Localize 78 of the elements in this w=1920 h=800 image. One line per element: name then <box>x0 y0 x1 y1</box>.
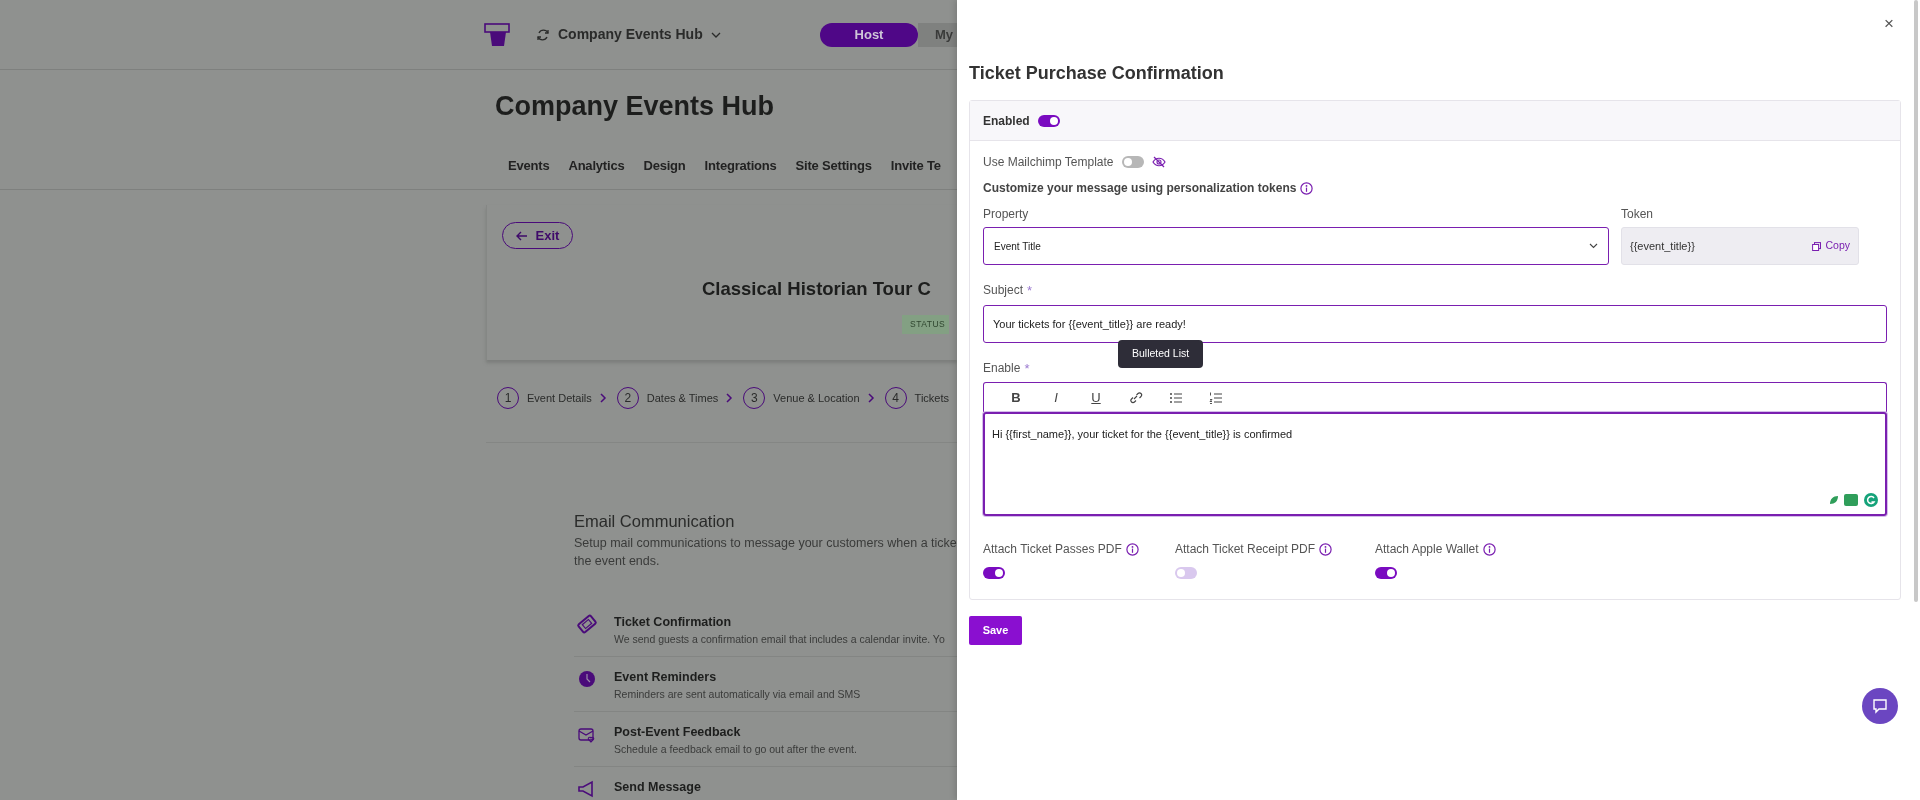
toggle-label: Enabled <box>983 112 1030 130</box>
property-select[interactable]: Event Title <box>983 227 1609 265</box>
page-title: Company Events Hub <box>494 90 776 123</box>
chevron-right-icon <box>867 393 875 403</box>
chevron-right-icon <box>599 393 607 403</box>
step-label[interactable]: Tickets <box>914 389 950 407</box>
section-description: Setup mail communications to message your customers when a ticke <box>574 534 957 552</box>
hint-text: Customize your message using personalization tokens <box>983 180 1297 197</box>
required-mark: * <box>1024 359 1030 378</box>
message-text: Hi {{first_name}}, your ticket for the {{event_title}} is confirmed <box>992 428 1293 440</box>
token-field[interactable]: {{event_title}} Copy <box>1621 227 1859 265</box>
mode-tab[interactable]: My <box>918 22 957 47</box>
step-label[interactable]: Event Details <box>527 389 592 407</box>
token-text: {{event_title}} <box>1630 238 1695 254</box>
underline-button[interactable]: U <box>1076 383 1116 412</box>
ticket-icon <box>576 612 598 635</box>
item-title[interactable]: Post-Event Feedback <box>614 722 857 742</box>
step-label[interactable]: Dates & Times <box>646 389 719 407</box>
toggle-switch[interactable] <box>983 567 1005 579</box>
extension-icon <box>1843 493 1859 507</box>
save-button[interactable]: Save <box>969 616 1022 645</box>
nav-tab[interactable]: Invite Te <box>890 155 941 176</box>
chevron-down-icon <box>710 30 721 39</box>
item-description: Reminders are sent automatically via email and SMS <box>614 686 861 702</box>
event-title: Classical Historian Tour C <box>702 277 932 301</box>
scrollbar[interactable] <box>1914 0 1918 602</box>
toggle-label: Attach Apple Wallet <box>1375 541 1479 558</box>
status-badge: STATUS <box>902 314 950 334</box>
nav-tab[interactable]: Events <box>508 155 550 176</box>
chat-icon <box>1872 698 1888 714</box>
item-description: We send guests a confirmation email that includes a calendar invite. Yo <box>614 631 945 647</box>
copy-button[interactable]: Copy <box>1812 238 1850 254</box>
sync-icon <box>536 27 550 42</box>
italic-button[interactable]: I <box>1036 383 1076 412</box>
nav-tab[interactable]: Site Settings <box>795 155 872 176</box>
item-title[interactable]: Ticket Confirmation <box>614 612 945 632</box>
section-description: the event ends. <box>574 552 661 570</box>
field-label: Subject <box>983 282 1024 299</box>
arrow-left-icon <box>515 230 528 241</box>
item-title[interactable]: Send Message <box>614 777 701 797</box>
close-button[interactable]: × <box>1882 14 1896 34</box>
toggle-switch[interactable] <box>1121 156 1144 168</box>
info-icon <box>1482 542 1496 556</box>
copy-icon <box>1812 241 1822 251</box>
toggle-switch[interactable] <box>1037 114 1060 127</box>
ticket-logo-icon <box>484 21 512 48</box>
nav-tab[interactable]: Analytics <box>568 155 625 176</box>
info-icon <box>1319 542 1333 556</box>
toggle-label: Attach Ticket Passes PDF <box>983 541 1122 558</box>
toggle-label: Attach Ticket Receipt PDF <box>1175 541 1316 558</box>
tooltip: Bulleted List <box>1118 340 1204 368</box>
item-title[interactable]: Event Reminders <box>614 667 861 687</box>
eye-slash-icon <box>1151 156 1166 168</box>
toggle-switch[interactable] <box>1375 567 1397 579</box>
step-label[interactable]: Venue & Location <box>773 389 860 407</box>
chevron-right-icon <box>726 393 734 403</box>
chevron-down-icon <box>1589 243 1598 249</box>
field-label: Enable <box>983 359 1021 377</box>
mode-tab[interactable]: Host <box>820 22 918 47</box>
drawer-title: Ticket Purchase Confirmation <box>969 63 1224 84</box>
section-title: Email Communication <box>574 511 736 532</box>
toggle-label: Use Mailchimp Template <box>983 154 1114 171</box>
info-icon <box>1125 542 1139 556</box>
subject-field[interactable]: Your tickets for {{event_title}} are ready! <box>983 304 1887 343</box>
field-label: Token <box>1621 206 1655 223</box>
toggle-switch[interactable] <box>1175 567 1197 579</box>
required-mark: * <box>1027 282 1033 300</box>
item-description: Schedule a feedback email to go out after the event. <box>614 741 857 757</box>
message-editor[interactable]: Hi {{first_name}}, your ticket for the {{event_title}} is confirmed <box>983 412 1887 516</box>
leaf-icon <box>1829 495 1839 505</box>
field-label: Property <box>983 206 1030 223</box>
info-icon <box>1300 181 1314 195</box>
workspace-name[interactable]: Company Events Hub <box>558 24 703 45</box>
nav-tab[interactable]: Design <box>643 155 686 176</box>
bold-button[interactable]: B <box>996 383 1036 412</box>
nav-tab[interactable]: Integrations <box>704 155 777 176</box>
grammar-check-icon <box>1863 492 1879 508</box>
link-icon <box>1128 389 1144 406</box>
